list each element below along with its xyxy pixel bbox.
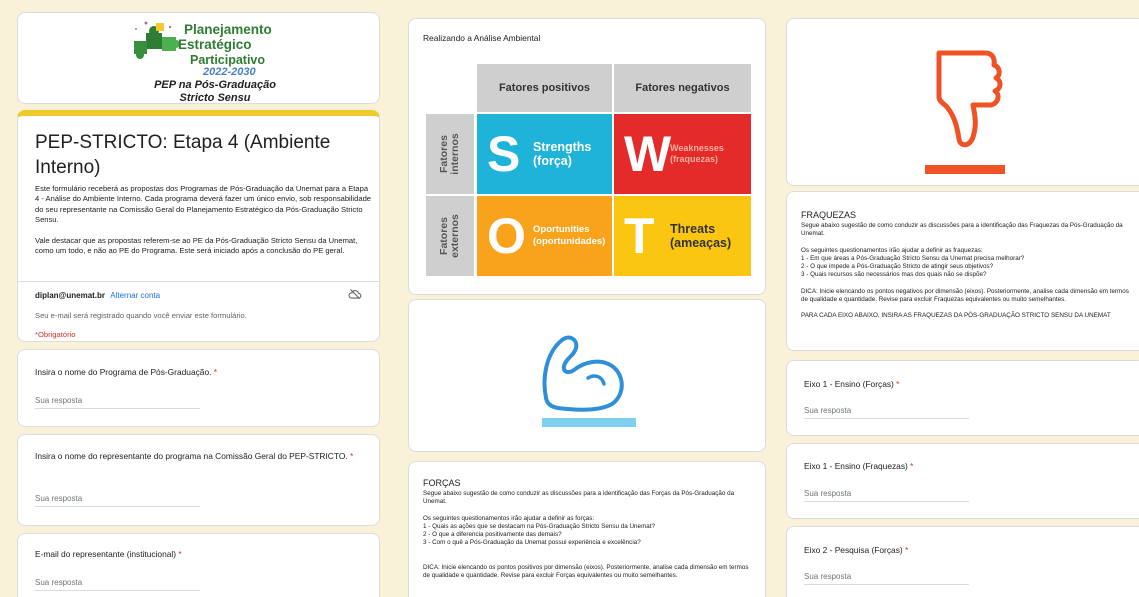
forcas-title: FORÇAS — [423, 478, 461, 488]
question-label: Eixo 1 - Ensino (Fraquezas) * — [804, 461, 914, 471]
answer-input-representative[interactable]: Sua resposta — [35, 494, 200, 507]
thumbs-down-icon — [925, 50, 1005, 174]
logo-years: 2022-2030 — [203, 66, 256, 78]
answer-input-eixo1-fraquezas[interactable]: Sua resposta — [804, 489, 969, 502]
pep-logo: Planejamento Estratégico Participativo 2… — [126, 17, 296, 103]
answer-input-eixo2-forcas[interactable]: Sua resposta — [804, 572, 969, 585]
question-card-eixo1-fraquezas: Eixo 1 - Ensino (Fraquezas) * Sua respos… — [786, 443, 1139, 519]
swot-section-label: Realizando a Análise Ambiental — [423, 33, 541, 43]
answer-input-program[interactable]: Sua resposta — [35, 396, 200, 409]
required-note: *Obrigatório — [35, 330, 76, 339]
answer-input-eixo1-forcas[interactable]: Sua resposta — [804, 406, 969, 419]
swot-threats: T Threats (ameaças) — [614, 196, 751, 276]
divider — [18, 281, 379, 282]
form-title: PEP-STRICTO: Etapa 4 (Ambiente Interno) — [35, 132, 331, 178]
question-card-email: E-mail do representante (institucional) … — [17, 533, 380, 597]
question-card-eixo2-forcas: Eixo 2 - Pesquisa (Forças) * Sua respost… — [786, 526, 1139, 597]
logo-line1: Planejamento — [184, 22, 272, 37]
forcas-section-card: FORÇAS Segue abaixo sugestão de como con… — [408, 461, 766, 597]
cloud-off-icon — [348, 288, 362, 300]
swot-side-external: Fatores externos — [426, 196, 474, 276]
question-label: Insira o nome do Programa de Pós-Graduaç… — [35, 367, 218, 377]
question-card-eixo1-forcas: Eixo 1 - Ensino (Forças) * Sua resposta — [786, 360, 1139, 436]
account-email: diplan@unemat.br — [35, 291, 106, 300]
question-card-representative: Insira o nome do representante do progra… — [17, 434, 380, 526]
form-column-left: Planejamento Estratégico Participativo 2… — [17, 0, 380, 597]
swot-strengths: S Strengths (força) — [477, 114, 612, 194]
swot-image-card: Realizando a Análise Ambiental Fatores p… — [408, 18, 766, 295]
logo-sub2: Stricto Sensu — [179, 92, 251, 104]
header-logo-card: Planejamento Estratégico Participativo 2… — [17, 12, 380, 104]
form-column-middle: Realizando a Análise Ambiental Fatores p… — [408, 0, 766, 597]
logo-line2: Estratégico — [178, 37, 252, 52]
account-row: diplan@unemat.br Alternar conta — [35, 291, 160, 300]
question-card-program: Insira o nome do Programa de Pós-Graduaç… — [17, 349, 380, 427]
fraquezas-title: FRAQUEZAS — [801, 210, 857, 220]
logo-sub1: PEP na Pós-Graduação — [154, 79, 276, 91]
fraquezas-section-card: FRAQUEZAS Segue abaixo sugestão de como … — [786, 191, 1139, 351]
swot-header-positive: Fatores positivos — [477, 64, 612, 112]
question-label: Insira o nome do representante do progra… — [35, 451, 354, 461]
form-column-right: FRAQUEZAS Segue abaixo sugestão de como … — [786, 0, 1139, 597]
fraquezas-body: Segue abaixo sugestão de como conduzir a… — [801, 222, 1129, 320]
question-label: Eixo 2 - Pesquisa (Forças) * — [804, 545, 909, 555]
question-label: E-mail do representante (institucional) … — [35, 549, 182, 559]
swot-weaknesses: W Weaknesses (fraquezas) — [614, 114, 751, 194]
thumbs-down-image-card — [786, 18, 1139, 186]
question-label: Eixo 1 - Ensino (Forças) * — [804, 379, 900, 389]
email-note: Seu e-mail será registrado quando você e… — [35, 311, 247, 320]
form-description: Este formulário receberá as propostas do… — [35, 184, 372, 256]
swot-opportunities: O Oportunities (oportunidades) — [477, 196, 612, 276]
swot-side-internal: Fatores internos — [426, 114, 474, 194]
forcas-body: Segue abaixo sugestão de como conduzir a… — [423, 490, 749, 580]
muscle-image-card — [408, 299, 766, 452]
flexed-arm-icon — [542, 335, 636, 427]
swot-header-negative: Fatores negativos — [614, 64, 751, 112]
answer-input-email[interactable]: Sua resposta — [35, 578, 200, 591]
switch-account-link[interactable]: Alternar conta — [110, 291, 160, 300]
form-title-card: PEP-STRICTO: Etapa 4 (Ambiente Interno) … — [17, 110, 380, 342]
